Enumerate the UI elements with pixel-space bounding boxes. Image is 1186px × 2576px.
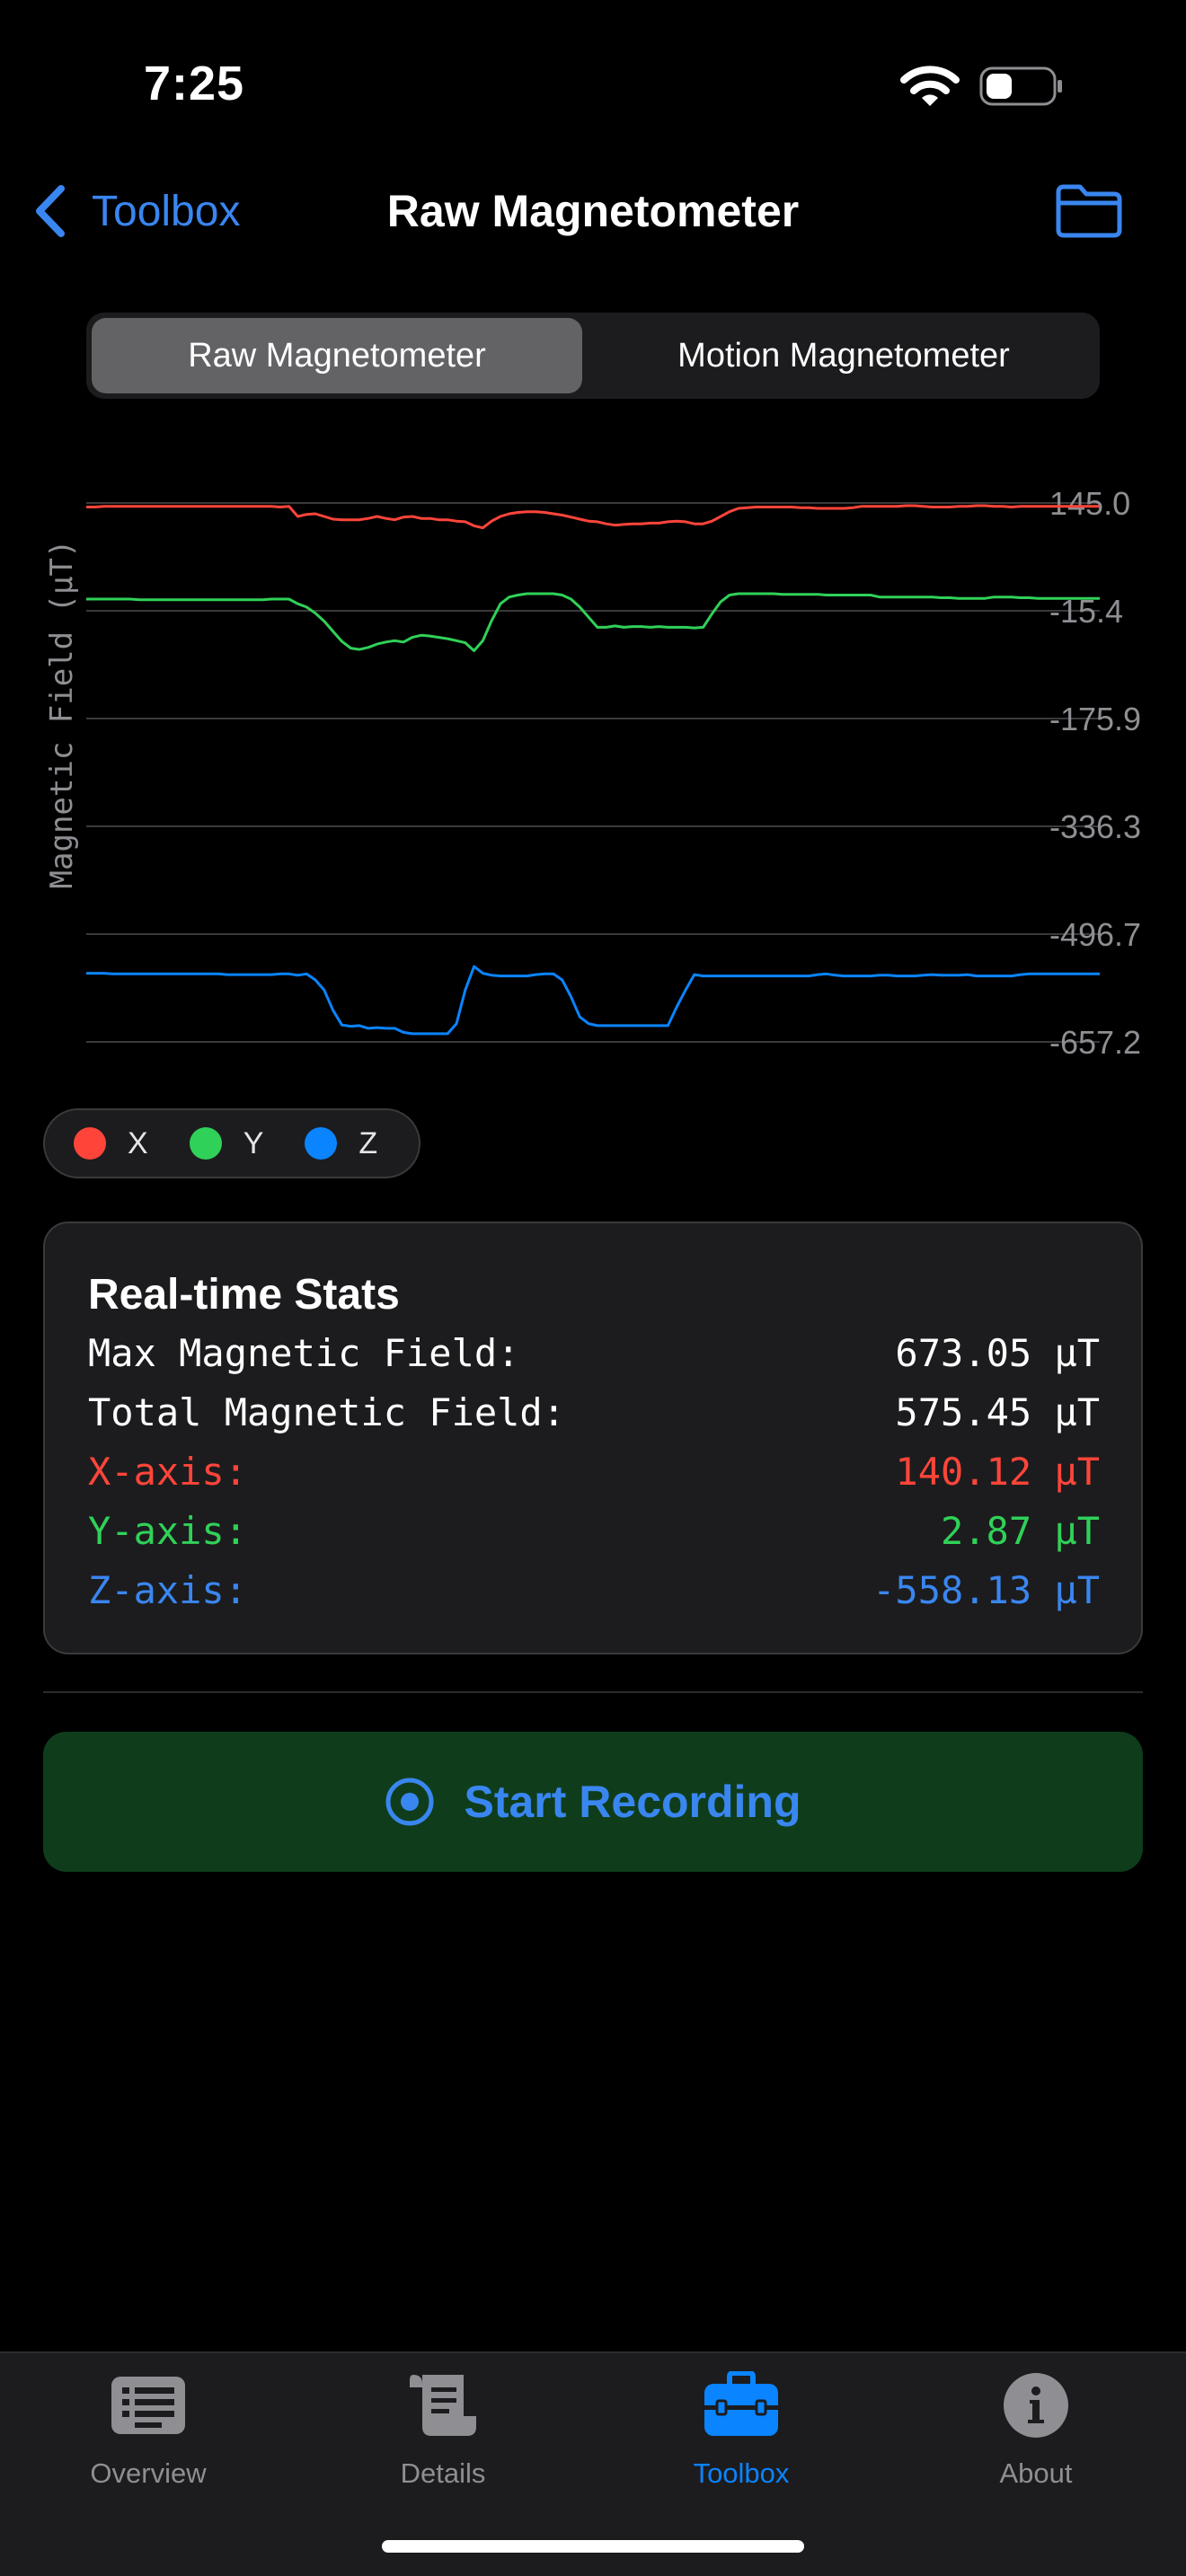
y-tick-label: -496.7 — [1049, 916, 1141, 953]
y-tick-label: -175.9 — [1049, 701, 1141, 737]
stat-row-y-axis: Y-axis: 2.87 µT — [88, 1504, 1100, 1557]
back-label: Toolbox — [92, 187, 241, 235]
stats-title: Real-time Stats — [88, 1271, 400, 1319]
stat-row-x-axis: X-axis: 140.12 µT — [88, 1444, 1100, 1498]
legend-item-y: Y — [189, 1125, 264, 1161]
series-line-y — [86, 592, 1100, 652]
stat-row-max-field: Max Magnetic Field: 673.05 µT — [88, 1326, 1100, 1380]
stat-row-total-field: Total Magnetic Field: 575.45 µT — [88, 1385, 1100, 1439]
back-button[interactable]: Toolbox — [32, 180, 240, 243]
stat-label: Y-axis: — [88, 1508, 248, 1553]
y-tick-label: -336.3 — [1049, 808, 1141, 845]
tab-label: About — [999, 2457, 1073, 2489]
toolbox-icon — [704, 2371, 778, 2436]
tab-overview[interactable]: Overview — [40, 2371, 256, 2506]
series-line-x — [86, 504, 1100, 530]
stat-value: -558.13 µT — [872, 1567, 1100, 1612]
legend-item-x: X — [74, 1126, 148, 1161]
wifi-icon — [900, 66, 960, 106]
stat-row-z-axis: Z-axis: -558.13 µT — [88, 1563, 1100, 1617]
stat-value: 673.05 µT — [895, 1330, 1100, 1375]
chart-legend: X Y Z — [43, 1108, 420, 1178]
chart-grid — [86, 502, 1100, 1043]
list-icon — [111, 2377, 185, 2434]
series-line-z — [86, 965, 1100, 1036]
stat-value: 140.12 µT — [895, 1449, 1100, 1494]
start-recording-button[interactable]: Start Recording — [43, 1732, 1143, 1872]
tab-label: Details — [400, 2457, 486, 2489]
chart-series — [86, 504, 1100, 1036]
tab-label: Overview — [90, 2457, 207, 2489]
battery-icon — [979, 66, 1062, 106]
legend-label-x: X — [128, 1125, 148, 1160]
scroll-icon — [410, 2375, 476, 2436]
segmented-control: Raw Magnetometer Motion Magnetometer — [86, 313, 1100, 399]
legend-dot-y — [189, 1127, 222, 1160]
divider — [43, 1691, 1143, 1693]
legend-item-z: Z — [305, 1126, 377, 1161]
status-time: 7:25 — [144, 57, 245, 110]
segment-motion-magnetometer[interactable]: Motion Magnetometer — [593, 318, 1094, 393]
tab-details[interactable]: Details — [335, 2371, 551, 2506]
y-axis-title: Magnetic Field (µT) — [44, 540, 80, 889]
y-tick-label: -657.2 — [1049, 1024, 1141, 1061]
folder-icon[interactable] — [1053, 180, 1125, 243]
y-tick-label: 145.0 — [1049, 485, 1130, 522]
info-circle-icon — [1004, 2373, 1068, 2438]
stat-value: 2.87 µT — [940, 1508, 1100, 1553]
legend-dot-z — [305, 1127, 338, 1160]
tab-toolbox[interactable]: Toolbox — [633, 2371, 849, 2506]
stat-label: X-axis: — [88, 1449, 248, 1494]
tab-label: Toolbox — [693, 2457, 790, 2489]
magnetometer-chart: 145.0-15.4-175.9-336.3-496.7-657.2 Magne… — [44, 485, 1141, 1061]
home-indicator — [382, 2540, 804, 2553]
stats-card: Real-time Stats Max Magnetic Field: 673.… — [43, 1222, 1143, 1654]
stat-value: 575.45 µT — [895, 1389, 1100, 1434]
stat-label: Z-axis: — [88, 1567, 248, 1612]
chevron-left-icon — [36, 185, 65, 237]
legend-label-z: Z — [358, 1125, 378, 1160]
legend-dot-x — [74, 1127, 106, 1160]
segment-raw-magnetometer[interactable]: Raw Magnetometer — [92, 318, 582, 393]
legend-label-y: Y — [243, 1125, 264, 1160]
tab-about[interactable]: About — [928, 2371, 1144, 2506]
stat-label: Total Magnetic Field: — [88, 1389, 566, 1434]
stat-label: Max Magnetic Field: — [88, 1330, 520, 1375]
start-recording-label: Start Recording — [464, 1777, 801, 1827]
record-circle-icon — [385, 1778, 434, 1826]
